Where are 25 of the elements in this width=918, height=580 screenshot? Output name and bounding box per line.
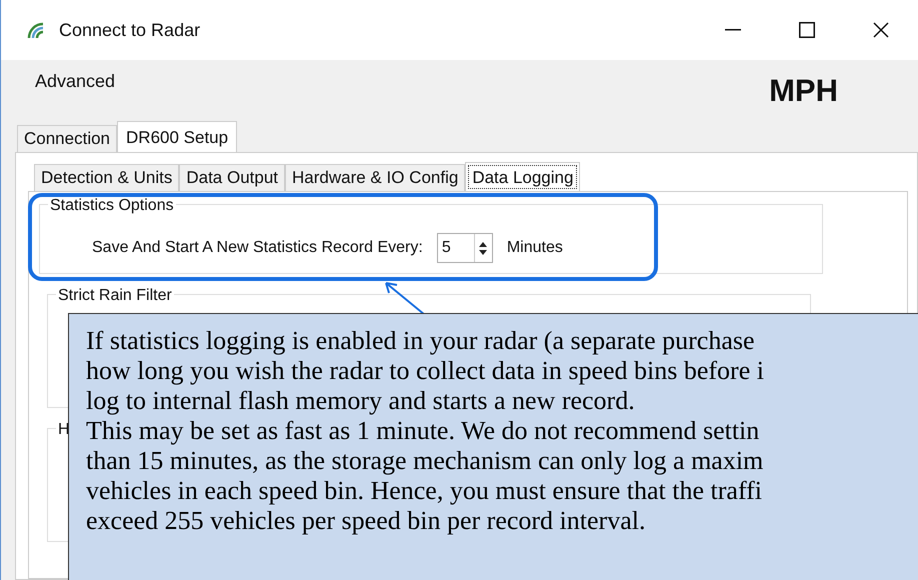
window-title: Connect to Radar <box>59 18 200 42</box>
maximize-icon <box>799 22 815 38</box>
callout-text: If statistics logging is enabled in your radar (a separate purchase <box>86 326 755 356</box>
units-label: MPH <box>769 72 838 110</box>
callout-text: exceed 255 vehicles per speed bin per record interval. <box>86 506 646 536</box>
down-arrow-icon <box>479 250 488 254</box>
callout-text: how long you wish the radar to collect data in speed bins before i <box>86 356 764 386</box>
tab[interactable]: Connection <box>17 125 118 152</box>
tab[interactable]: DR600 Setup <box>117 121 238 153</box>
callout-text: log to internal flash memory and starts a new record. <box>86 386 635 416</box>
menu-item[interactable]: Advanced <box>35 66 116 97</box>
tab[interactable]: Data Output <box>179 164 286 191</box>
minimize-icon <box>725 29 741 31</box>
minutes-spinner[interactable]: 5 <box>436 233 493 263</box>
callout-text: vehicles in each speed bin. Hence, you must ensure that the traffi <box>86 476 762 506</box>
callout-text: than 15 minutes, as the storage mechanism can only log a maxim <box>86 446 764 476</box>
tab[interactable]: Detection & Units <box>34 164 180 191</box>
field-label: Save And Start A New Statistics Record Every: <box>92 238 423 258</box>
callout-text: This may be set as fast as 1 minute. We do not recommend settin <box>86 416 760 446</box>
tab[interactable]: Hardware & IO Config <box>285 164 466 191</box>
tab[interactable]: Data Logging <box>465 162 580 192</box>
up-arrow-icon <box>479 242 488 246</box>
close-icon <box>873 22 889 38</box>
unit-label: Minutes <box>506 238 563 258</box>
pointer-arrow <box>383 280 427 316</box>
